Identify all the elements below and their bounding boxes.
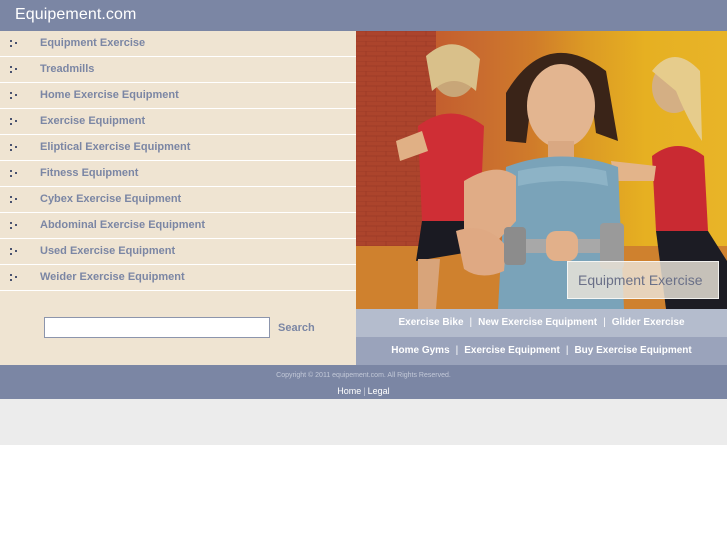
hero-caption: Equipment Exercise bbox=[578, 272, 703, 288]
site-header: Equipement.com bbox=[0, 0, 727, 31]
nav-item[interactable]: Abdominal Exercise Equipment bbox=[0, 213, 356, 239]
bullet-icon bbox=[10, 144, 19, 151]
nav-item-label[interactable]: Abdominal Exercise Equipment bbox=[40, 219, 205, 231]
nav-item[interactable]: Exercise Equipment bbox=[0, 109, 356, 135]
bullet-icon bbox=[10, 222, 19, 229]
link-buy-exercise-equipment[interactable]: Buy Exercise Equipment bbox=[574, 345, 691, 356]
footer-separator: | bbox=[363, 386, 366, 396]
links-bar-top: Exercise Bike | New Exercise Equipment | Gli… bbox=[356, 309, 727, 337]
link-separator: | bbox=[469, 317, 473, 328]
footer-links: Home | Legal bbox=[0, 386, 727, 396]
link-exercise-equipment[interactable]: Exercise Equipment bbox=[464, 345, 560, 356]
link-separator: | bbox=[565, 345, 569, 356]
bullet-icon bbox=[10, 40, 19, 47]
footer-home-link[interactable]: Home bbox=[337, 386, 361, 396]
bullet-icon bbox=[10, 196, 19, 203]
link-separator: | bbox=[455, 345, 459, 356]
link-new-exercise-equipment[interactable]: New Exercise Equipment bbox=[478, 317, 597, 328]
nav-item[interactable]: Home Exercise Equipment bbox=[0, 83, 356, 109]
link-home-gyms[interactable]: Home Gyms bbox=[391, 345, 449, 356]
nav-item-label[interactable]: Weider Exercise Equipment bbox=[40, 271, 185, 283]
bottom-band bbox=[0, 399, 727, 445]
link-glider-exercise[interactable]: Glider Exercise bbox=[612, 317, 685, 328]
link-separator: | bbox=[603, 317, 606, 328]
nav-item-label[interactable]: Equipment Exercise bbox=[40, 37, 145, 49]
nav-item-label[interactable]: Eliptical Exercise Equipment bbox=[40, 141, 190, 153]
search-button[interactable]: Search bbox=[278, 322, 315, 334]
bullet-icon bbox=[10, 118, 19, 125]
bullet-icon bbox=[10, 66, 19, 73]
nav-item-label[interactable]: Used Exercise Equipment bbox=[40, 245, 175, 257]
nav-item-label[interactable]: Fitness Equipment bbox=[40, 167, 138, 179]
nav-item[interactable]: Weider Exercise Equipment bbox=[0, 265, 356, 291]
nav-item-label[interactable]: Home Exercise Equipment bbox=[40, 89, 179, 101]
nav-item[interactable]: Cybex Exercise Equipment bbox=[0, 187, 356, 213]
links-bar-bottom: Home Gyms | Exercise Equipment | Buy Exercis… bbox=[356, 337, 727, 365]
nav-item[interactable]: Eliptical Exercise Equipment bbox=[0, 135, 356, 161]
nav-item-label[interactable]: Cybex Exercise Equipment bbox=[40, 193, 181, 205]
hero-photo: Equipment Exercise bbox=[356, 31, 727, 309]
bullet-icon bbox=[10, 248, 19, 255]
search-input[interactable] bbox=[44, 317, 270, 338]
bullet-icon bbox=[10, 170, 19, 177]
nav-list: Equipment Exercise Treadmills Home Exerc… bbox=[0, 31, 356, 291]
site-footer: Copyright © 2011 equipement.com. All Rig… bbox=[0, 365, 727, 399]
nav-item[interactable]: Treadmills bbox=[0, 57, 356, 83]
nav-item[interactable]: Equipment Exercise bbox=[0, 31, 356, 57]
link-exercise-bike[interactable]: Exercise Bike bbox=[398, 317, 463, 328]
copyright-text: Copyright © 2011 equipement.com. All Rig… bbox=[276, 372, 451, 379]
nav-item[interactable]: Fitness Equipment bbox=[0, 161, 356, 187]
bullet-icon bbox=[10, 274, 19, 281]
site-title[interactable]: Equipement.com bbox=[15, 6, 136, 24]
bullet-icon bbox=[10, 92, 19, 99]
nav-item-label[interactable]: Treadmills bbox=[40, 63, 94, 75]
footer-legal-link[interactable]: Legal bbox=[368, 386, 390, 396]
hero-caption-box: Equipment Exercise bbox=[567, 261, 719, 299]
sidebar: Equipment Exercise Treadmills Home Exerc… bbox=[0, 31, 356, 365]
nav-item[interactable]: Used Exercise Equipment bbox=[0, 239, 356, 265]
nav-item-label[interactable]: Exercise Equipment bbox=[40, 115, 145, 127]
